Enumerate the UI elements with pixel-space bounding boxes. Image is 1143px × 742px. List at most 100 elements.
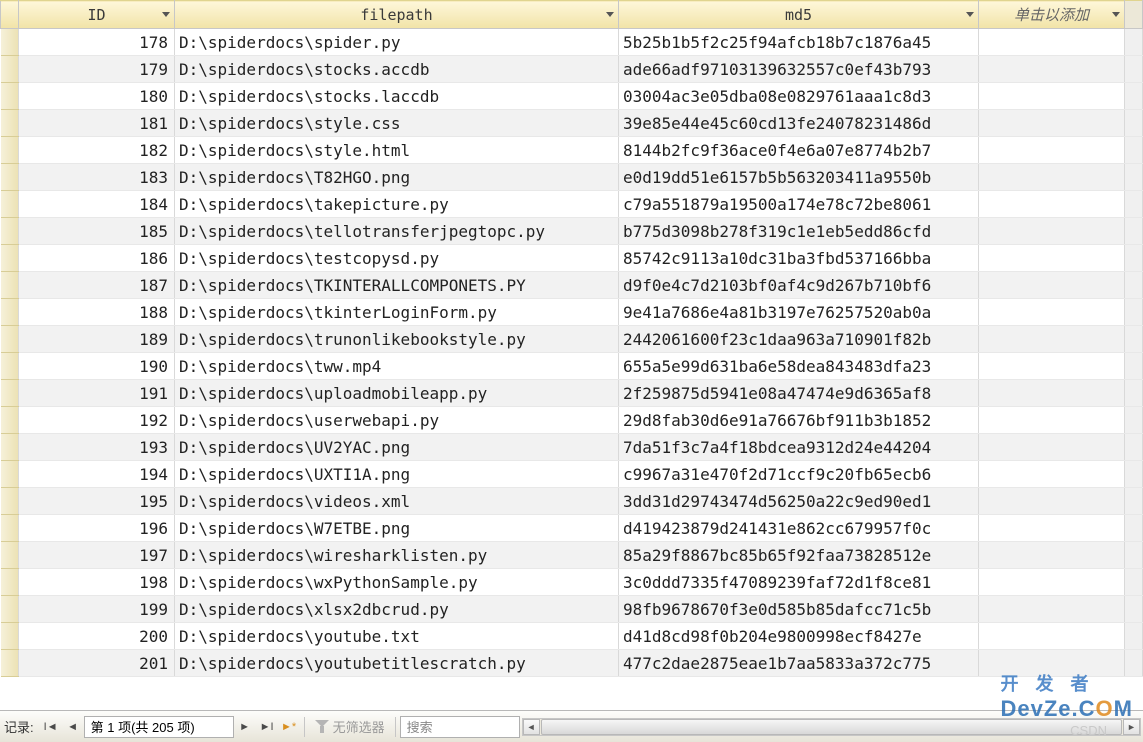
table-row[interactable]: 189D:\spiderdocs\trunonlikebookstyle.py2… bbox=[1, 326, 1143, 353]
cell-md5[interactable]: 9e41a7686e4a81b3197e76257520ab0a bbox=[619, 299, 979, 326]
cell-empty[interactable] bbox=[979, 650, 1125, 677]
table-row[interactable]: 194D:\spiderdocs\UXTI1A.pngc9967a31e470f… bbox=[1, 461, 1143, 488]
cell-md5[interactable]: 03004ac3e05dba08e0829761aaa1c8d3 bbox=[619, 83, 979, 110]
cell-md5[interactable]: d419423879d241431e862cc679957f0c bbox=[619, 515, 979, 542]
table-row[interactable]: 187D:\spiderdocs\TKINTERALLCOMPONETS.PYd… bbox=[1, 272, 1143, 299]
row-selector[interactable] bbox=[1, 299, 19, 326]
cell-md5[interactable]: d9f0e4c7d2103bf0af4c9d267b710bf6 bbox=[619, 272, 979, 299]
table-row[interactable]: 192D:\spiderdocs\userwebapi.py29d8fab30d… bbox=[1, 407, 1143, 434]
cell-id[interactable]: 184 bbox=[19, 191, 175, 218]
cell-id[interactable]: 192 bbox=[19, 407, 175, 434]
row-selector[interactable] bbox=[1, 569, 19, 596]
scroll-right-button[interactable]: ► bbox=[1123, 719, 1140, 735]
cell-id[interactable]: 195 bbox=[19, 488, 175, 515]
cell-empty[interactable] bbox=[979, 83, 1125, 110]
record-position-input[interactable] bbox=[84, 716, 234, 738]
filter-dropdown-icon[interactable] bbox=[604, 9, 616, 21]
cell-id[interactable]: 183 bbox=[19, 164, 175, 191]
cell-md5[interactable]: c79a551879a19500a174e78c72be8061 bbox=[619, 191, 979, 218]
cell-filepath[interactable]: D:\spiderdocs\xlsx2dbcrud.py bbox=[175, 596, 619, 623]
row-selector[interactable] bbox=[1, 380, 19, 407]
cell-filepath[interactable]: D:\spiderdocs\UXTI1A.png bbox=[175, 461, 619, 488]
cell-id[interactable]: 181 bbox=[19, 110, 175, 137]
cell-empty[interactable] bbox=[979, 29, 1125, 56]
cell-md5[interactable]: 655a5e99d631ba6e58dea843483dfa23 bbox=[619, 353, 979, 380]
scroll-left-button[interactable]: ◄ bbox=[523, 719, 540, 735]
cell-id[interactable]: 188 bbox=[19, 299, 175, 326]
row-selector[interactable] bbox=[1, 56, 19, 83]
row-selector[interactable] bbox=[1, 218, 19, 245]
table-row[interactable]: 197D:\spiderdocs\wiresharklisten.py85a29… bbox=[1, 542, 1143, 569]
cell-filepath[interactable]: D:\spiderdocs\T82HGO.png bbox=[175, 164, 619, 191]
cell-empty[interactable] bbox=[979, 434, 1125, 461]
cell-md5[interactable]: 477c2dae2875eae1b7aa5833a372c775 bbox=[619, 650, 979, 677]
cell-id[interactable]: 196 bbox=[19, 515, 175, 542]
row-selector[interactable] bbox=[1, 515, 19, 542]
table-row[interactable]: 191D:\spiderdocs\uploadmobileapp.py2f259… bbox=[1, 380, 1143, 407]
row-selector[interactable] bbox=[1, 164, 19, 191]
table-row[interactable]: 182D:\spiderdocs\style.html8144b2fc9f36a… bbox=[1, 137, 1143, 164]
cell-filepath[interactable]: D:\spiderdocs\style.html bbox=[175, 137, 619, 164]
cell-md5[interactable]: 3c0ddd7335f47089239faf72d1f8ce81 bbox=[619, 569, 979, 596]
cell-empty[interactable] bbox=[979, 137, 1125, 164]
table-row[interactable]: 185D:\spiderdocs\tellotransferjpegtopc.p… bbox=[1, 218, 1143, 245]
row-selector[interactable] bbox=[1, 272, 19, 299]
cell-empty[interactable] bbox=[979, 461, 1125, 488]
cell-filepath[interactable]: D:\spiderdocs\wiresharklisten.py bbox=[175, 542, 619, 569]
cell-empty[interactable] bbox=[979, 353, 1125, 380]
row-selector[interactable] bbox=[1, 623, 19, 650]
cell-md5[interactable]: e0d19dd51e6157b5b563203411a9550b bbox=[619, 164, 979, 191]
cell-id[interactable]: 189 bbox=[19, 326, 175, 353]
row-selector[interactable] bbox=[1, 542, 19, 569]
table-row[interactable]: 195D:\spiderdocs\videos.xml3dd31d2974347… bbox=[1, 488, 1143, 515]
row-selector[interactable] bbox=[1, 326, 19, 353]
row-selector[interactable] bbox=[1, 110, 19, 137]
cell-id[interactable]: 179 bbox=[19, 56, 175, 83]
cell-empty[interactable] bbox=[979, 515, 1125, 542]
cell-empty[interactable] bbox=[979, 380, 1125, 407]
row-selector[interactable] bbox=[1, 650, 19, 677]
cell-empty[interactable] bbox=[979, 164, 1125, 191]
table-row[interactable]: 178D:\spiderdocs\spider.py5b25b1b5f2c25f… bbox=[1, 29, 1143, 56]
row-selector[interactable] bbox=[1, 29, 19, 56]
cell-filepath[interactable]: D:\spiderdocs\wxPythonSample.py bbox=[175, 569, 619, 596]
row-selector[interactable] bbox=[1, 596, 19, 623]
cell-empty[interactable] bbox=[979, 272, 1125, 299]
table-row[interactable]: 193D:\spiderdocs\UV2YAC.png7da51f3c7a4f1… bbox=[1, 434, 1143, 461]
cell-empty[interactable] bbox=[979, 407, 1125, 434]
cell-filepath[interactable]: D:\spiderdocs\spider.py bbox=[175, 29, 619, 56]
table-row[interactable]: 201D:\spiderdocs\youtubetitlescratch.py4… bbox=[1, 650, 1143, 677]
filter-dropdown-icon[interactable] bbox=[1110, 9, 1122, 21]
table-row[interactable]: 188D:\spiderdocs\tkinterLoginForm.py9e41… bbox=[1, 299, 1143, 326]
cell-md5[interactable]: 39e85e44e45c60cd13fe24078231486d bbox=[619, 110, 979, 137]
prev-record-button[interactable]: ◄ bbox=[62, 716, 84, 738]
cell-empty[interactable] bbox=[979, 110, 1125, 137]
horizontal-scrollbar[interactable]: ◄ ► bbox=[522, 718, 1141, 736]
cell-id[interactable]: 197 bbox=[19, 542, 175, 569]
cell-empty[interactable] bbox=[979, 191, 1125, 218]
last-record-button[interactable]: ►I bbox=[256, 716, 278, 738]
filter-dropdown-icon[interactable] bbox=[160, 9, 172, 21]
cell-id[interactable]: 187 bbox=[19, 272, 175, 299]
cell-filepath[interactable]: D:\spiderdocs\takepicture.py bbox=[175, 191, 619, 218]
row-selector[interactable] bbox=[1, 434, 19, 461]
cell-empty[interactable] bbox=[979, 56, 1125, 83]
row-selector[interactable] bbox=[1, 137, 19, 164]
cell-filepath[interactable]: D:\spiderdocs\uploadmobileapp.py bbox=[175, 380, 619, 407]
first-record-button[interactable]: I◄ bbox=[40, 716, 62, 738]
cell-filepath[interactable]: D:\spiderdocs\stocks.laccdb bbox=[175, 83, 619, 110]
cell-empty[interactable] bbox=[979, 596, 1125, 623]
cell-filepath[interactable]: D:\spiderdocs\style.css bbox=[175, 110, 619, 137]
cell-id[interactable]: 194 bbox=[19, 461, 175, 488]
cell-filepath[interactable]: D:\spiderdocs\youtube.txt bbox=[175, 623, 619, 650]
search-input[interactable] bbox=[400, 716, 520, 738]
cell-empty[interactable] bbox=[979, 299, 1125, 326]
row-selector[interactable] bbox=[1, 407, 19, 434]
row-selector[interactable] bbox=[1, 245, 19, 272]
column-header-add[interactable]: 单击以添加 bbox=[979, 1, 1125, 29]
cell-filepath[interactable]: D:\spiderdocs\TKINTERALLCOMPONETS.PY bbox=[175, 272, 619, 299]
table-row[interactable]: 181D:\spiderdocs\style.css39e85e44e45c60… bbox=[1, 110, 1143, 137]
cell-id[interactable]: 178 bbox=[19, 29, 175, 56]
cell-id[interactable]: 198 bbox=[19, 569, 175, 596]
cell-id[interactable]: 199 bbox=[19, 596, 175, 623]
